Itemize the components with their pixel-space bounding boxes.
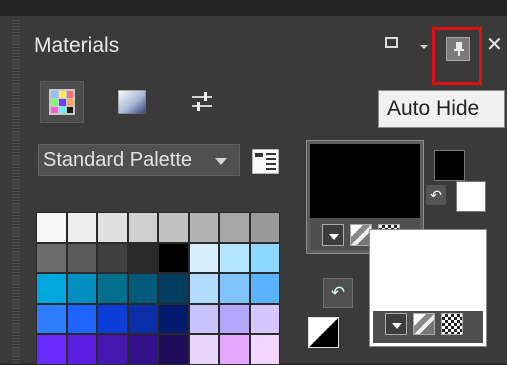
small-background-swatch[interactable] [456,181,486,212]
palette-select[interactable]: Standard Palette [38,144,240,176]
mixer-icon [192,92,212,111]
swatch[interactable] [66,334,97,365]
palette-options-icon [251,148,280,175]
swatch[interactable] [66,212,97,243]
swatch[interactable] [188,212,219,243]
palette-options-button[interactable] [251,148,280,175]
swatch[interactable] [188,273,219,304]
small-swap-icon[interactable]: ↶ [426,185,446,205]
panel-grip[interactable] [12,20,20,363]
chevron-down-icon [392,323,402,329]
swatch[interactable] [97,334,128,365]
swatch[interactable] [158,334,189,365]
swatch[interactable] [219,242,250,273]
foreground-style-dropdown[interactable] [322,224,344,246]
chevron-down-icon[interactable] [420,45,428,49]
small-foreground-swatch[interactable] [434,150,465,181]
reset-colors-button[interactable] [308,317,339,348]
swatch[interactable] [127,334,158,365]
swatch[interactable] [158,273,189,304]
swatch[interactable] [158,212,189,243]
swatch[interactable] [158,303,189,334]
swatch[interactable] [97,303,128,334]
background-pattern-icon[interactable] [441,313,463,335]
swatch[interactable] [36,273,67,304]
palette-select-label: Standard Palette [43,149,192,171]
tab-swatches[interactable] [40,81,84,123]
swatch[interactable] [97,242,128,273]
swatch[interactable] [219,303,250,334]
swatch[interactable] [127,242,158,273]
tab-mixer[interactable] [180,81,224,123]
swatch[interactable] [127,212,158,243]
swatch[interactable] [66,242,97,273]
swatch[interactable] [249,303,280,334]
swatch[interactable] [158,242,189,273]
background-gradient-icon[interactable] [413,313,435,335]
top-band [0,0,507,16]
swatch[interactable] [188,242,219,273]
swatch[interactable] [249,212,280,243]
swatch[interactable] [219,273,250,304]
swap-icon: ↶ [330,283,346,302]
swatch[interactable] [36,334,67,365]
swatch[interactable] [66,273,97,304]
swatch[interactable] [219,212,250,243]
swatch[interactable] [249,242,280,273]
swatches-icon [49,89,75,115]
swatch[interactable] [249,334,280,365]
swatch[interactable] [219,334,250,365]
background-style-dropdown[interactable] [385,313,407,335]
swatch[interactable] [36,303,67,334]
foreground-color-preview[interactable] [310,144,420,218]
swatch[interactable] [127,303,158,334]
swatch[interactable] [188,303,219,334]
swatch[interactable] [97,212,128,243]
highlight-box [432,27,482,85]
panel-title: Materials [34,34,120,57]
tab-gradient[interactable] [110,81,154,123]
swatch[interactable] [188,334,219,365]
swatch[interactable] [249,273,280,304]
tooltip: Auto Hide [378,90,505,128]
swatch-grid [36,212,280,365]
restore-icon[interactable] [385,37,398,48]
chevron-down-icon [329,234,339,240]
swap-colors-button[interactable]: ↶ [323,278,353,308]
background-material-box[interactable] [369,229,487,347]
chevron-down-icon [215,158,227,165]
swatch[interactable] [97,273,128,304]
swatch[interactable] [36,242,67,273]
swatch[interactable] [66,303,97,334]
gradient-icon [118,90,146,114]
swatch[interactable] [36,212,67,243]
close-icon[interactable]: ✕ [486,32,503,57]
swatch[interactable] [127,273,158,304]
